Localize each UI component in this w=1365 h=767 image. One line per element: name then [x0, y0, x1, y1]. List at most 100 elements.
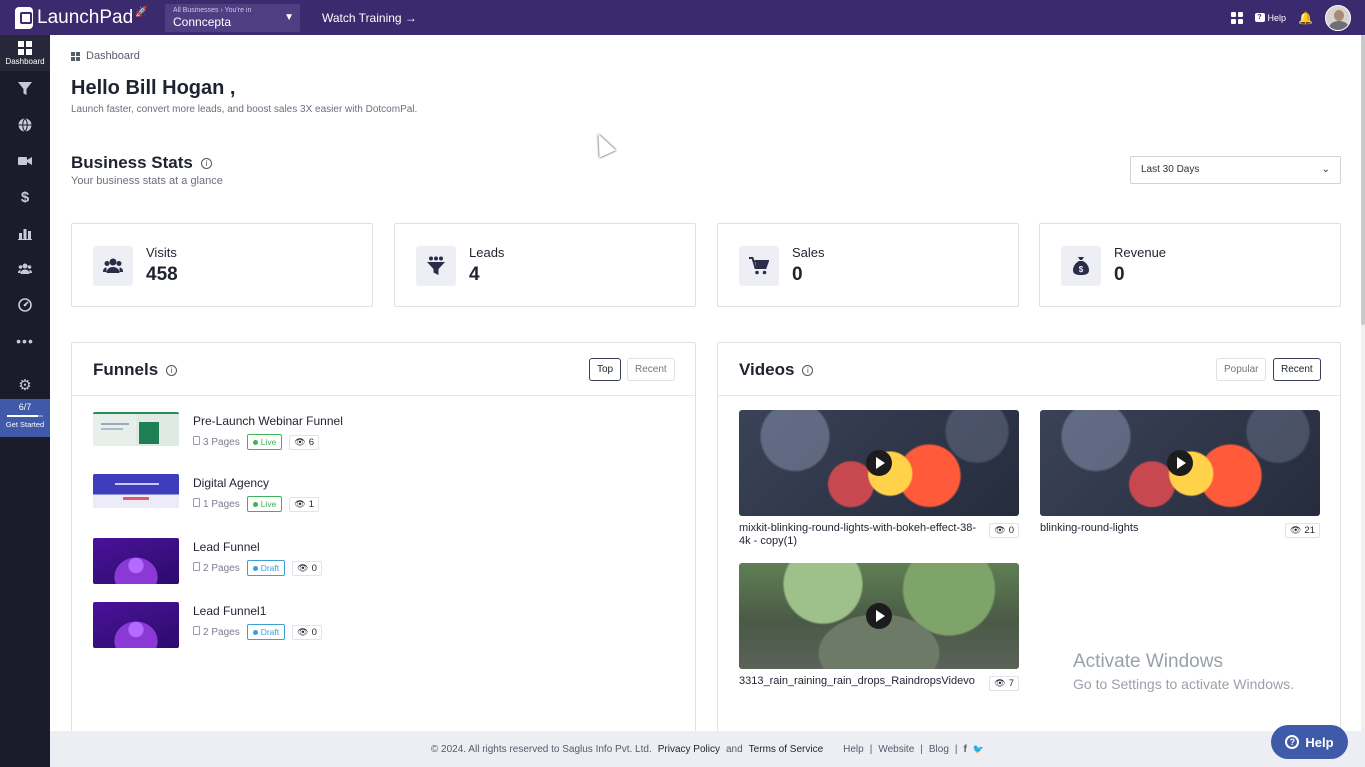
- date-range-value: Last 30 Days: [1141, 164, 1200, 175]
- scrollbar-thumb[interactable]: [1361, 35, 1365, 325]
- video-title[interactable]: 3313_rain_raining_rain_drops_RaindropsVi…: [739, 675, 984, 688]
- eye-icon: 👁: [994, 678, 1006, 688]
- sidebar-item-more[interactable]: •••: [0, 323, 50, 359]
- funnel-name[interactable]: Pre-Launch Webinar Funnel: [193, 414, 343, 428]
- help-icon: ?: [1254, 13, 1265, 22]
- funnels-title: Funnels: [93, 360, 159, 379]
- list-item[interactable]: Lead Funnel1 2 Pages Draft 👁 0: [93, 602, 493, 650]
- views-value: 1: [308, 498, 315, 510]
- play-icon[interactable]: [866, 450, 892, 476]
- video-card[interactable]: 3313_rain_raining_rain_drops_RaindropsVi…: [739, 563, 1019, 691]
- get-started-progress[interactable]: 6/7 Get Started: [0, 399, 50, 437]
- page-tagline: Launch faster, convert more leads, and b…: [71, 104, 418, 115]
- sidebar-item-analytics[interactable]: [0, 215, 50, 251]
- sidebar-item-videos[interactable]: [0, 143, 50, 179]
- videos-popular-toggle[interactable]: Popular: [1216, 358, 1267, 381]
- footer-help-link[interactable]: Help: [843, 744, 864, 755]
- funnel-pages-count: 2 Pages: [203, 627, 240, 638]
- funnel-thumbnail: [93, 602, 179, 648]
- funnel-pages: 2 Pages: [193, 562, 240, 574]
- status-badge: Live: [246, 434, 283, 450]
- views-value: 7: [1008, 678, 1014, 689]
- document-icon: [193, 436, 200, 445]
- video-thumbnail[interactable]: [739, 410, 1019, 516]
- list-item[interactable]: Pre-Launch Webinar Funnel 3 Pages Live 👁…: [93, 412, 493, 460]
- funnel-name[interactable]: Lead Funnel1: [193, 604, 266, 618]
- activate-windows-watermark: Activate Windows Go to Settings to activ…: [1073, 651, 1294, 692]
- facebook-icon[interactable]: f: [964, 744, 967, 755]
- help-label: Help: [1267, 12, 1287, 23]
- more-icon: •••: [16, 333, 34, 349]
- bell-icon[interactable]: 🔔: [1298, 11, 1313, 25]
- page-scrollbar[interactable]: [1361, 35, 1365, 731]
- funnel-name[interactable]: Lead Funnel: [193, 540, 260, 554]
- funnel-pages: 1 Pages: [193, 498, 240, 510]
- videos-title: Videos: [739, 360, 795, 379]
- progress-bar: [7, 415, 43, 417]
- play-icon[interactable]: [1167, 450, 1193, 476]
- video-thumbnail[interactable]: [1040, 410, 1320, 516]
- list-item[interactable]: Digital Agency 1 Pages Live 👁 1: [93, 474, 493, 522]
- privacy-policy-link[interactable]: Privacy Policy: [658, 744, 720, 755]
- sidebar-item-contacts[interactable]: [0, 251, 50, 287]
- help-link[interactable]: ? Help: [1254, 12, 1287, 23]
- eye-icon: 👁: [994, 525, 1006, 535]
- sidebar-item-funnels[interactable]: [0, 71, 50, 107]
- watch-training-link[interactable]: Watch Training →: [322, 11, 417, 25]
- stat-label: Sales: [792, 245, 825, 260]
- list-item[interactable]: Lead Funnel 2 Pages Draft 👁 0: [93, 538, 493, 586]
- video-card[interactable]: mixkit-blinking-round-lights-with-bokeh-…: [739, 410, 1019, 547]
- funnels-recent-toggle[interactable]: Recent: [627, 358, 675, 381]
- sidebar-item-dashboard[interactable]: Dashboard: [0, 35, 50, 71]
- stat-card-visits: Visits 458: [71, 223, 373, 307]
- footer-blog-link[interactable]: Blog: [929, 744, 949, 755]
- funnel-name[interactable]: Digital Agency: [193, 476, 269, 490]
- progress-label: Get Started: [5, 420, 45, 429]
- avatar[interactable]: [1325, 4, 1351, 31]
- stat-value: 458: [146, 264, 178, 285]
- play-icon[interactable]: [866, 603, 892, 629]
- info-icon[interactable]: i: [166, 364, 178, 376]
- video-title[interactable]: mixkit-blinking-round-lights-with-bokeh-…: [739, 522, 984, 548]
- video-card[interactable]: blinking-round-lights 👁 21: [1040, 410, 1320, 538]
- info-icon[interactable]: i: [200, 157, 212, 169]
- footer-separator: |: [869, 743, 873, 755]
- speedometer-icon: [18, 298, 32, 312]
- views-value: 0: [1008, 525, 1014, 536]
- views-value: 0: [311, 626, 317, 638]
- progress-count: 6/7: [18, 402, 32, 412]
- top-right-actions: ? Help 🔔: [1230, 0, 1351, 35]
- video-title[interactable]: blinking-round-lights: [1040, 522, 1285, 535]
- videos-recent-toggle[interactable]: Recent: [1273, 358, 1321, 381]
- info-icon[interactable]: i: [802, 364, 814, 376]
- status-badge: Draft: [246, 624, 286, 640]
- sidebar-item-settings[interactable]: ⚙: [0, 367, 50, 403]
- apps-grid-icon[interactable]: [1230, 11, 1243, 24]
- funnel-meta: 2 Pages Draft 👁 0: [193, 560, 322, 576]
- sidebar-item-reports[interactable]: [0, 287, 50, 323]
- footer-copyright: © 2024. All rights reserved to Saglus In…: [430, 743, 652, 755]
- users-icon: [93, 246, 133, 286]
- views-value: 21: [1304, 525, 1315, 536]
- stat-label: Leads: [469, 245, 505, 260]
- video-thumbnail[interactable]: [739, 563, 1019, 669]
- funnel-pages-count: 1 Pages: [203, 499, 240, 510]
- terms-link[interactable]: Terms of Service: [749, 744, 823, 755]
- funnels-heading: Funnels i: [93, 360, 178, 380]
- sidebar-item-sales[interactable]: $: [0, 179, 50, 215]
- business-hint: All Businesses › You're in: [173, 6, 252, 14]
- mouse-cursor-icon: [590, 130, 616, 158]
- eye-icon: 👁: [1289, 525, 1302, 535]
- brand[interactable]: LaunchPad 🚀: [15, 6, 165, 29]
- sidebar-item-websites[interactable]: [0, 107, 50, 143]
- twitter-icon[interactable]: 🐦: [973, 744, 984, 755]
- dollar-icon: $: [20, 188, 30, 206]
- funnels-panel: Funnels i Top Recent Pre-Launch Webinar …: [71, 342, 696, 742]
- help-floating-button[interactable]: ? Help: [1271, 725, 1348, 759]
- date-range-select[interactable]: Last 30 Days ⌄: [1130, 156, 1341, 184]
- breadcrumb-label[interactable]: Dashboard: [86, 50, 140, 62]
- funnels-top-toggle[interactable]: Top: [589, 358, 622, 381]
- footer-website-link[interactable]: Website: [878, 744, 914, 755]
- funnel-thumbnail: [93, 474, 179, 508]
- business-selector[interactable]: All Businesses › You're in Conncepta ▼: [165, 3, 300, 32]
